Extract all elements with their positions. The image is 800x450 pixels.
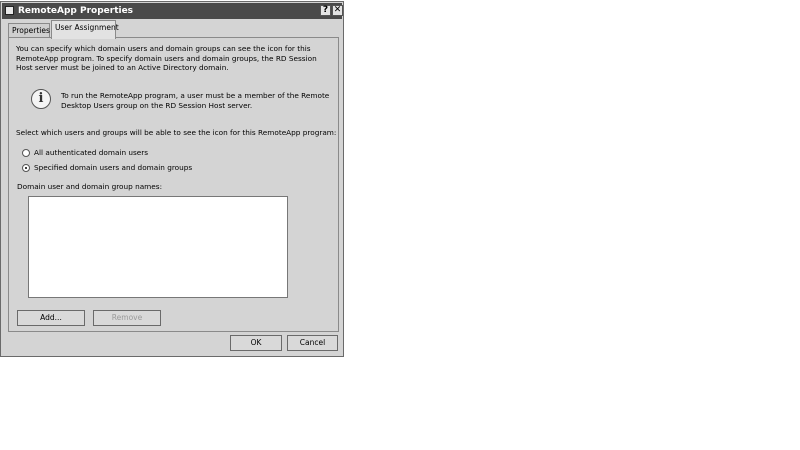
title-bar: RemoteApp Properties ? ✕	[2, 3, 343, 19]
tab-user-assignment[interactable]: User Assignment	[51, 20, 119, 39]
window-icon	[5, 6, 14, 15]
radio-label: Specified domain users and domain groups	[34, 163, 193, 172]
radio-button[interactable]	[22, 149, 30, 157]
tab-properties[interactable]: Properties	[8, 23, 50, 38]
info-icon: i	[31, 89, 51, 109]
radio-label: All authenticated domain users	[34, 148, 149, 157]
window-title: RemoteApp Properties	[18, 6, 134, 16]
add-button[interactable]: Add...	[17, 310, 85, 326]
select-users-label: Select which users and groups will be ab…	[16, 128, 337, 137]
user-group-listbox[interactable]	[28, 196, 288, 298]
cancel-button[interactable]: Cancel	[287, 335, 338, 351]
intro-text: You can specify which domain users and d…	[16, 44, 317, 72]
info-text: To run the RemoteApp program, a user mus…	[61, 91, 330, 110]
radio-button-selected[interactable]	[22, 164, 30, 172]
remove-button[interactable]: Remove	[93, 310, 161, 326]
help-button[interactable]: ?	[320, 5, 331, 16]
ok-button[interactable]: OK	[230, 335, 282, 351]
close-button[interactable]: ✕	[332, 5, 343, 16]
list-label: Domain user and domain group names:	[17, 182, 163, 191]
